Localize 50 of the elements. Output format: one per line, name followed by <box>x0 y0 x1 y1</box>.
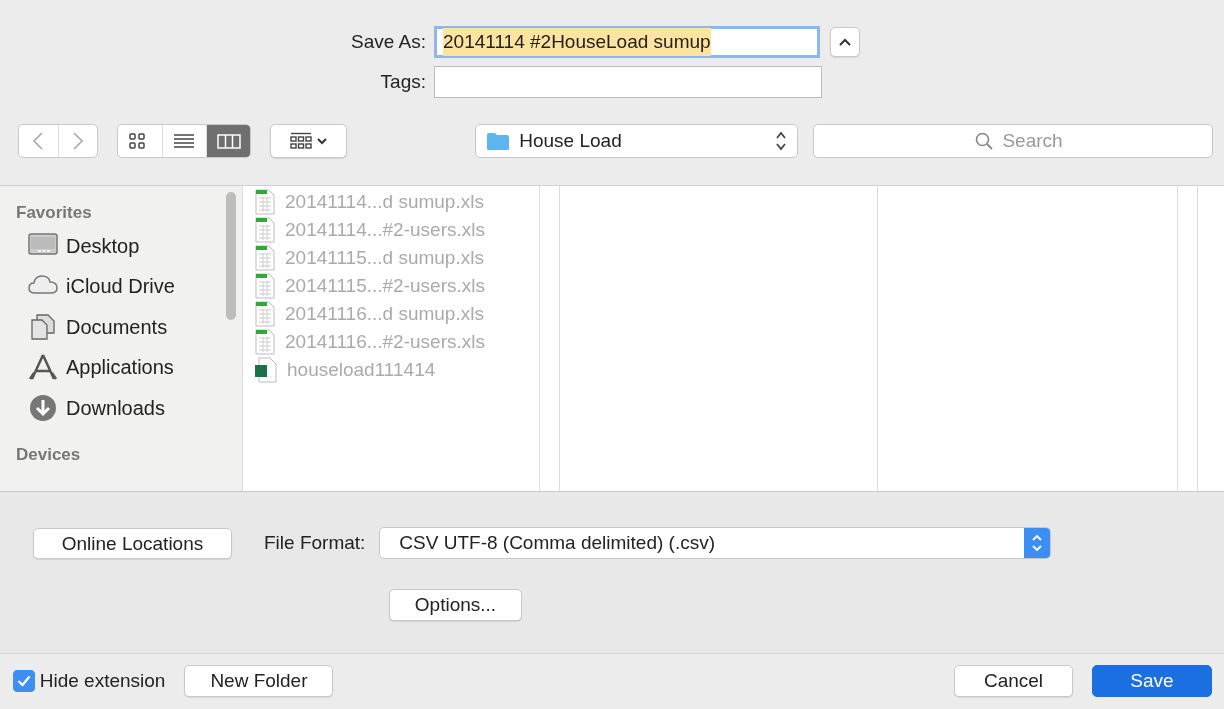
spreadsheet-icon <box>255 301 275 327</box>
hide-extension-label: Hide extension <box>39 668 166 693</box>
sidebar-item[interactable]: iCloud Drive <box>16 266 242 307</box>
tags-label: Tags: <box>379 69 427 94</box>
location-popup[interactable]: House Load <box>474 124 798 158</box>
column-view-button[interactable] <box>206 125 250 157</box>
folder-icon <box>485 131 510 151</box>
spreadsheet-icon <box>255 245 275 271</box>
sidebar-item[interactable]: Downloads <box>16 387 242 428</box>
hide-extension-checkbox[interactable] <box>13 670 35 692</box>
sidebar-item[interactable]: Documents <box>16 306 242 347</box>
chevron-left-icon <box>33 132 44 150</box>
grid-icon <box>290 132 312 150</box>
file-format-value: CSV UTF-8 (Comma delimited) (.csv) <box>399 530 715 555</box>
search-placeholder: Search <box>1002 128 1063 153</box>
documents-icon <box>28 312 58 341</box>
column-view-icon <box>216 132 241 150</box>
save-as-field[interactable]: 20141114 #2HouseLoad sumup <box>434 26 820 58</box>
arrange-button[interactable] <box>270 124 347 158</box>
file-format-popup[interactable]: CSV UTF-8 (Comma delimited) (.csv) <box>379 527 1052 559</box>
chevron-right-icon <box>73 132 83 150</box>
spreadsheet-icon <box>255 273 275 299</box>
options-button[interactable]: Options... <box>389 589 522 621</box>
excel-file-icon <box>255 357 277 383</box>
search-icon <box>974 132 993 150</box>
list-view-icon <box>172 132 197 150</box>
sidebar-section-title: Favorites <box>16 202 93 224</box>
scrollbar-thumb[interactable] <box>226 192 236 320</box>
location-text: House Load <box>519 128 622 153</box>
spreadsheet-icon <box>255 217 275 243</box>
sidebar-item[interactable]: Desktop <box>16 225 242 266</box>
new-folder-button[interactable]: New Folder <box>184 665 334 697</box>
collapse-button[interactable] <box>829 27 860 57</box>
caret-icon <box>316 137 327 145</box>
cancel-button[interactable]: Cancel <box>954 665 1073 697</box>
file-format-label: File Format: <box>264 530 366 555</box>
checkmark-icon <box>17 675 31 687</box>
chevron-up-icon <box>838 38 851 46</box>
stepper-icon <box>1031 533 1044 553</box>
sidebar-item[interactable]: Applications <box>16 347 242 388</box>
compass-icon <box>28 353 58 382</box>
tags-field[interactable] <box>434 66 822 98</box>
sidebar-section-title: Devices <box>16 444 82 466</box>
spreadsheet-icon <box>255 189 275 215</box>
spreadsheet-icon <box>255 329 275 355</box>
stepper-icon <box>775 130 788 152</box>
save-as-label: Save As: <box>350 29 427 54</box>
save-button[interactable]: Save <box>1092 665 1212 697</box>
download-icon <box>28 393 58 422</box>
online-locations-button[interactable]: Online Locations <box>33 527 232 559</box>
